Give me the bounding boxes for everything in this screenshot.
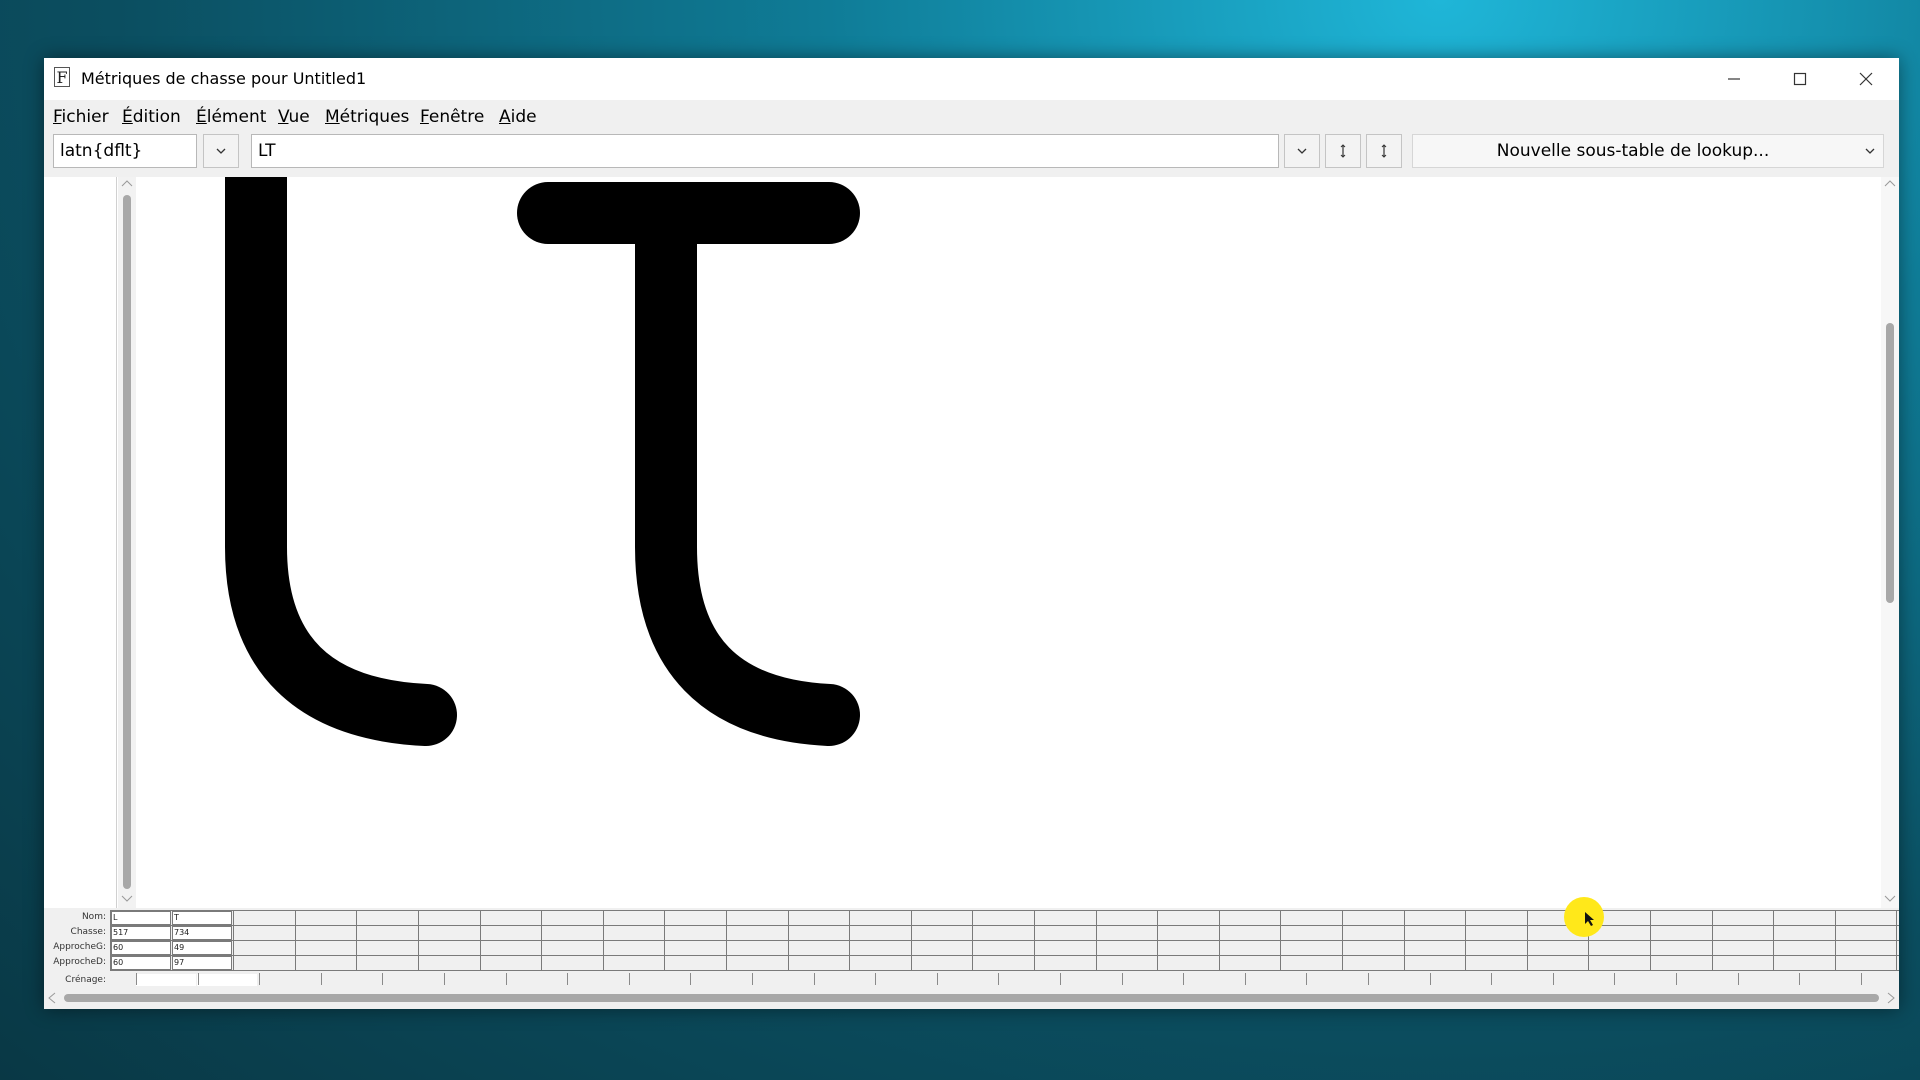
- menu-accel: V: [278, 107, 289, 127]
- glyph-L[interactable]: [225, 177, 457, 746]
- cell-name-T[interactable]: T: [172, 911, 232, 925]
- cell-rsb-T[interactable]: 97: [172, 956, 232, 970]
- close-button[interactable]: [1833, 58, 1899, 100]
- glyph-T[interactable]: [517, 182, 860, 746]
- metrics-window: F Métriques de chasse pour Untitled1 Fic…: [44, 58, 1899, 1009]
- menu-edition[interactable]: Édition: [122, 107, 181, 127]
- menu-label: ue: [288, 107, 310, 127]
- menu-metriques[interactable]: Métriques: [325, 107, 409, 127]
- chevron-down-icon: [216, 148, 226, 154]
- cell-advance-T[interactable]: 734: [172, 926, 232, 940]
- cell-name-L[interactable]: L: [111, 911, 171, 925]
- lookup-subtable-select[interactable]: Nouvelle sous-table de lookup...: [1412, 134, 1884, 168]
- menu-label: ide: [510, 107, 537, 127]
- mouse-pointer-icon: [1585, 912, 1594, 926]
- zoom-scrollbar[interactable]: [118, 177, 136, 908]
- menu-label: étriques: [339, 107, 410, 127]
- menu-accel: É: [196, 107, 207, 127]
- menu-vue[interactable]: Vue: [278, 107, 310, 127]
- scroll-down-icon[interactable]: [118, 893, 136, 908]
- scroll-up-icon[interactable]: [1881, 177, 1899, 192]
- toolbar: latn{dflt} LT Nouvelle sous-table de loo…: [44, 134, 1899, 174]
- vertical-scrollbar[interactable]: [1881, 177, 1899, 908]
- menu-element[interactable]: Élément: [196, 107, 266, 127]
- lookup-subtable-label: Nouvelle sous-table de lookup...: [1496, 141, 1770, 161]
- kerning-row[interactable]: [44, 973, 1899, 987]
- glyph-metrics-table: Nom: Chasse: ApprocheG: ApprocheD: L 517…: [44, 910, 1899, 972]
- menu-label: lément: [206, 107, 267, 127]
- metrics-label-name: Nom:: [81, 912, 106, 922]
- menu-accel: F: [53, 107, 62, 127]
- maximize-button[interactable]: [1767, 58, 1833, 100]
- close-icon: [1859, 72, 1873, 86]
- metrics-label-lsb: ApprocheG:: [53, 942, 106, 952]
- scroll-up-icon[interactable]: [118, 177, 136, 192]
- fontforge-app-icon: F: [54, 67, 70, 87]
- cell-lsb-T[interactable]: 49: [172, 941, 232, 955]
- metrics-grid: [110, 910, 1899, 971]
- menu-aide[interactable]: Aide: [499, 107, 537, 127]
- vertical-metrics-pane: [44, 177, 117, 908]
- zoom-scrollbar-thumb[interactable]: [123, 195, 131, 889]
- metrics-label-advance: Chasse:: [70, 927, 106, 937]
- menu-label: dition: [132, 107, 181, 127]
- chevron-down-icon: [1297, 148, 1307, 154]
- menu-bar: Fichier Édition Élément Vue Métriques Fe…: [44, 100, 1899, 132]
- text-dropdown-button[interactable]: [1284, 134, 1320, 168]
- metrics-label-rsb: ApprocheD:: [53, 957, 106, 967]
- menu-label: ichier: [61, 107, 109, 127]
- glyph-drawing-canvas[interactable]: [136, 177, 1881, 908]
- title-bar[interactable]: F Métriques de chasse pour Untitled1: [44, 58, 1899, 100]
- script-dropdown-button[interactable]: [203, 134, 239, 168]
- glyph-view: [44, 177, 1899, 908]
- cell-advance-L[interactable]: 517: [111, 926, 171, 940]
- scroll-right-icon[interactable]: [1885, 991, 1897, 1005]
- up-down-arrows-icon: [1381, 144, 1387, 158]
- menu-accel: É: [122, 107, 133, 127]
- menu-accel: A: [499, 107, 511, 127]
- menu-fenetre[interactable]: Fenêtre: [420, 107, 484, 127]
- horizontal-scrollbar-thumb[interactable]: [64, 994, 1879, 1002]
- menu-accel: F: [420, 107, 429, 127]
- minimize-icon: [1728, 78, 1740, 80]
- cell-lsb-L[interactable]: 60: [111, 941, 171, 955]
- horizontal-scrollbar[interactable]: [44, 988, 1899, 1008]
- maximize-icon: [1793, 72, 1807, 86]
- vertical-scrollbar-thumb[interactable]: [1886, 323, 1894, 603]
- chevron-down-icon: [1865, 135, 1875, 179]
- window-title: Métriques de chasse pour Untitled1: [81, 69, 367, 88]
- next-word-button[interactable]: [1366, 134, 1402, 168]
- minimize-button[interactable]: [1701, 58, 1767, 100]
- up-down-arrows-icon: [1340, 144, 1346, 158]
- script-language-input[interactable]: latn{dflt}: [53, 134, 197, 168]
- menu-fichier[interactable]: Fichier: [53, 107, 109, 127]
- menu-accel: M: [325, 107, 340, 127]
- scroll-left-icon[interactable]: [46, 991, 58, 1005]
- menu-label: enêtre: [428, 107, 485, 127]
- scroll-down-icon[interactable]: [1881, 893, 1899, 908]
- glyph-text-input[interactable]: LT: [251, 134, 1279, 168]
- cell-rsb-L[interactable]: 60: [111, 956, 171, 970]
- cursor-highlight: [1564, 897, 1604, 937]
- previous-word-button[interactable]: [1325, 134, 1361, 168]
